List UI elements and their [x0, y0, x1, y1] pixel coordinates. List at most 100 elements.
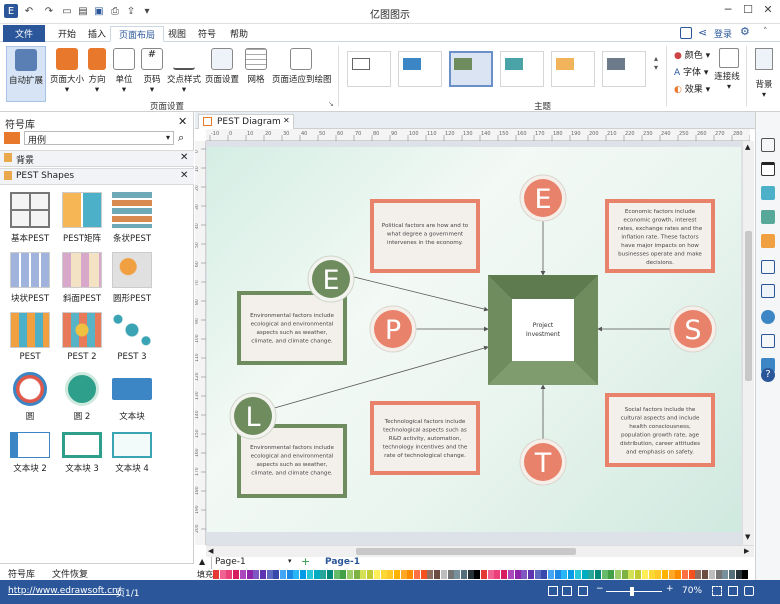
unit-button[interactable]: 单位 ▾ — [112, 46, 136, 102]
data-icon[interactable] — [761, 284, 775, 298]
color-swatch[interactable] — [407, 570, 414, 579]
color-swatch[interactable] — [742, 570, 749, 579]
color-swatch[interactable] — [286, 570, 293, 579]
shape-bar-pest[interactable]: 条状PEST — [104, 192, 160, 250]
scroll-left-icon[interactable]: ◀ — [208, 547, 213, 555]
box-environmental-1[interactable]: Environmental factors include ecological … — [237, 291, 347, 365]
page-number-button[interactable]: # 页码 ▾ — [140, 46, 164, 102]
shape-circle-pest[interactable]: 圆形PEST — [104, 252, 160, 310]
grid-button[interactable]: 网格 — [244, 46, 268, 102]
color-swatch[interactable] — [581, 570, 588, 579]
box-social[interactable]: Social factors include the cultural aspec… — [605, 393, 715, 467]
zoom-slider-handle[interactable] — [630, 587, 634, 596]
color-swatch[interactable] — [648, 570, 655, 579]
tab-symbols[interactable]: 符号 — [190, 26, 224, 42]
color-swatch[interactable] — [293, 570, 300, 579]
shape-pest-matrix[interactable]: PEST矩阵 — [54, 192, 110, 250]
search-icon[interactable]: ⌕ — [178, 131, 184, 145]
color-swatch[interactable] — [588, 570, 595, 579]
library-search-input[interactable]: 用例 — [24, 131, 174, 146]
color-swatch[interactable] — [367, 570, 374, 579]
shape-circle[interactable]: 圆 — [2, 372, 58, 430]
help-icon[interactable]: ? — [761, 368, 775, 382]
color-swatch[interactable] — [393, 570, 400, 579]
page-setup-button[interactable]: 页面设置 — [204, 46, 240, 102]
shape-block-pest[interactable]: 块状PEST — [2, 252, 58, 310]
fit-width-icon[interactable] — [728, 586, 738, 596]
color-swatch[interactable] — [326, 570, 333, 579]
zoom-out-icon[interactable]: − — [596, 584, 604, 594]
close-icon[interactable]: ✕ — [760, 3, 776, 19]
close-section-background-icon[interactable]: ✕ — [180, 152, 188, 163]
auto-expand-button[interactable]: 自动扩展 — [6, 46, 46, 102]
color-swatch[interactable] — [641, 570, 648, 579]
color-option[interactable]: ● 颜色 ▾ — [674, 48, 710, 61]
fill-icon[interactable] — [761, 162, 775, 176]
section-background[interactable]: 背景 — [0, 150, 194, 167]
color-swatch[interactable] — [233, 570, 240, 579]
globe-icon[interactable] — [761, 310, 775, 324]
tab-file[interactable]: 文件 — [3, 25, 45, 42]
jump-style-button[interactable]: 交点样式 ▾ — [166, 46, 202, 102]
color-swatch[interactable] — [541, 570, 548, 579]
format-painter-icon[interactable] — [761, 138, 775, 152]
color-swatch[interactable] — [715, 570, 722, 579]
effects-option[interactable]: ◐ 效果 ▾ — [674, 82, 710, 95]
minimize-icon[interactable]: ─ — [720, 3, 736, 19]
color-swatch[interactable] — [447, 570, 454, 579]
color-swatch[interactable] — [340, 570, 347, 579]
zoom-slider[interactable] — [606, 591, 662, 592]
vertical-scrollbar[interactable]: ▲ ▼ — [742, 141, 754, 545]
dialog-launcher-icon[interactable]: ↘ — [328, 100, 334, 108]
color-swatch[interactable] — [568, 570, 575, 579]
center-project-node[interactable]: Project Investment — [488, 275, 598, 385]
circle-t[interactable]: T — [519, 438, 567, 486]
color-swatch[interactable] — [521, 570, 528, 579]
tab-view[interactable]: 视图 — [160, 26, 194, 42]
circle-e-top[interactable]: E — [519, 174, 567, 222]
view-normal-icon[interactable] — [548, 586, 558, 596]
color-swatch[interactable] — [487, 570, 494, 579]
color-swatch[interactable] — [420, 570, 427, 579]
color-swatch[interactable] — [668, 570, 675, 579]
color-swatch[interactable] — [708, 570, 715, 579]
color-swatch[interactable] — [574, 570, 581, 579]
color-swatch[interactable] — [661, 570, 668, 579]
color-swatch[interactable] — [333, 570, 340, 579]
circle-l[interactable]: L — [229, 392, 277, 440]
circle-e-left[interactable]: E — [307, 255, 355, 303]
page-properties-icon[interactable] — [761, 260, 775, 274]
color-swatch[interactable] — [628, 570, 635, 579]
color-swatch[interactable] — [259, 570, 266, 579]
page-select[interactable]: Page-1 ▾ — [211, 557, 295, 569]
theme-option-2[interactable] — [398, 51, 442, 87]
shape-text-block-3[interactable]: 文本块 3 — [54, 432, 110, 490]
color-swatch[interactable] — [702, 570, 709, 579]
theme-scroll-icon[interactable]: ▴ ▾ — [654, 54, 658, 72]
color-swatch[interactable] — [313, 570, 320, 579]
color-swatch[interactable] — [474, 570, 481, 579]
color-swatch[interactable] — [306, 570, 313, 579]
color-swatch[interactable] — [514, 570, 521, 579]
add-page-icon[interactable]: + — [301, 555, 310, 568]
tab-page-layout[interactable]: 页面布局 — [110, 26, 165, 42]
page-tab-1[interactable]: Page-1 — [325, 557, 360, 567]
color-swatch[interactable] — [400, 570, 407, 579]
connector-button[interactable]: 连接线 ▾ — [714, 46, 742, 91]
theme-option-6[interactable] — [602, 51, 646, 87]
color-swatch[interactable] — [266, 570, 273, 579]
theme-option-1[interactable] — [347, 51, 391, 87]
circle-s[interactable]: S — [669, 305, 717, 353]
color-swatch[interactable] — [387, 570, 394, 579]
settings-gear-icon[interactable]: ⚙ — [740, 25, 750, 38]
layers-icon[interactable] — [761, 234, 775, 248]
color-swatch[interactable] — [273, 570, 280, 579]
close-section-pest-icon[interactable]: ✕ — [180, 170, 188, 181]
color-swatch[interactable] — [635, 570, 642, 579]
color-swatch[interactable] — [675, 570, 682, 579]
box-political[interactable]: Political factors are how and to what deg… — [370, 199, 480, 273]
color-swatch[interactable] — [594, 570, 601, 579]
color-swatch[interactable] — [615, 570, 621, 579]
image-icon[interactable] — [761, 210, 775, 224]
library-icon[interactable] — [4, 132, 20, 144]
